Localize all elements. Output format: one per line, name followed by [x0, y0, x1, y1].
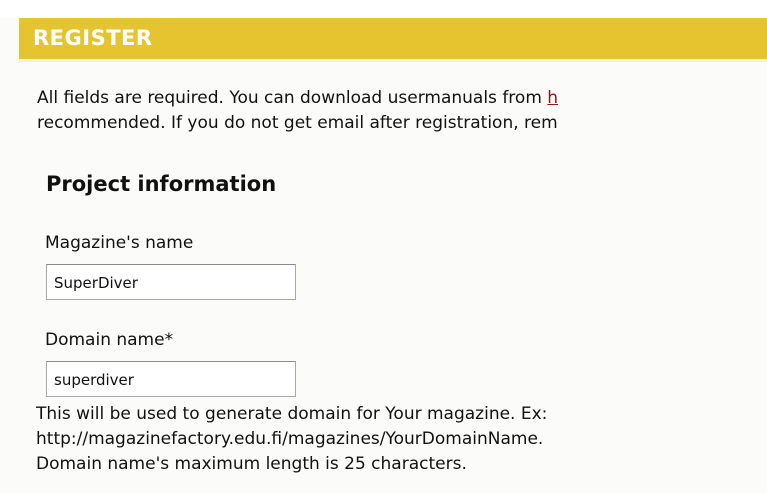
top-strip — [0, 0, 767, 18]
project-information-heading: Project information — [46, 172, 277, 196]
intro-line-1: All fields are required. You can downloa… — [37, 86, 767, 111]
intro-line-2: recommended. If you do not get email aft… — [37, 113, 558, 133]
register-header-bar: REGISTER — [19, 18, 767, 62]
register-title: REGISTER — [33, 26, 153, 50]
domain-help-line-3: Domain name's maximum length is 25 chara… — [36, 454, 467, 474]
intro-line-1-text: All fields are required. You can downloa… — [37, 88, 548, 108]
usermanuals-link[interactable]: h — [547, 88, 558, 108]
domain-name-help: This will be used to generate domain for… — [36, 402, 767, 477]
intro-text: All fields are required. You can downloa… — [37, 86, 767, 136]
register-panel: REGISTER All fields are required. You ca… — [0, 0, 767, 493]
domain-name-input[interactable] — [46, 361, 296, 397]
domain-help-line-2: http://magazinefactory.edu.fi/magazines/… — [36, 429, 544, 449]
domain-help-line-1: This will be used to generate domain for… — [36, 404, 548, 424]
magazine-name-input[interactable] — [46, 264, 296, 300]
magazine-name-label: Magazine's name — [45, 233, 194, 253]
domain-name-label: Domain name* — [45, 330, 174, 350]
